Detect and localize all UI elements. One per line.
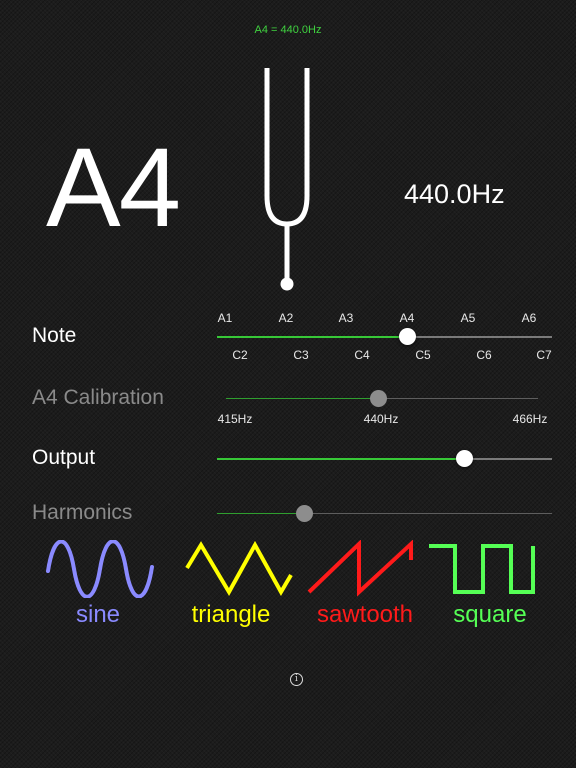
note-tick-a1: A1 [217,311,233,325]
note-tick-a4: A4 [399,311,415,325]
calibration-slider-thumb[interactable] [370,390,388,407]
note-slider-thumb[interactable] [399,328,417,345]
note-tick-c3: C3 [293,348,309,362]
sawtooth-wave-icon[interactable] [305,540,417,598]
square-label[interactable]: square [453,601,526,629]
calibration-tick-mid: 440Hz [363,412,399,426]
calibration-tick-max: 466Hz [512,412,548,426]
sine-label[interactable]: sine [76,601,120,629]
harmonics-slider-fill [217,513,305,514]
triangle-label[interactable]: triangle [192,601,271,629]
current-note: A4 [46,125,181,250]
note-tick-a3: A3 [338,311,354,325]
output-slider[interactable] [217,450,552,467]
note-tick-c6: C6 [476,348,492,362]
note-tick-c7: C7 [536,348,552,362]
note-tick-c5: C5 [415,348,431,362]
note-slider-fill [217,336,408,338]
note-tick-a6: A6 [521,311,537,325]
note-tick-c4: C4 [354,348,370,362]
calibration-slider-fill [226,398,379,399]
current-frequency: 440.0Hz [404,179,505,209]
harmonics-slider[interactable] [217,505,552,522]
output-slider-thumb[interactable] [456,450,474,467]
calibration-label: A4 Calibration [32,386,164,409]
output-slider-fill [217,458,465,460]
sine-wave-icon[interactable] [44,540,156,598]
triangle-wave-icon[interactable] [183,540,295,598]
note-slider[interactable] [217,328,552,345]
output-label: Output [32,446,96,469]
harmonics-slider-thumb[interactable] [295,505,313,522]
note-tick-c2: C2 [232,348,248,362]
calibration-readout: A4 = 440.0Hz [254,24,322,36]
calibration-slider[interactable] [226,390,538,407]
note-tick-a2: A2 [278,311,294,325]
note-tick-a5: A5 [460,311,476,325]
info-icon[interactable]: i [290,673,303,686]
square-wave-icon[interactable] [427,540,539,598]
tuning-fork-icon[interactable] [256,64,318,294]
harmonics-label: Harmonics [32,501,133,524]
sawtooth-label[interactable]: sawtooth [317,601,413,629]
calibration-tick-min: 415Hz [217,412,253,426]
note-label: Note [32,324,77,347]
